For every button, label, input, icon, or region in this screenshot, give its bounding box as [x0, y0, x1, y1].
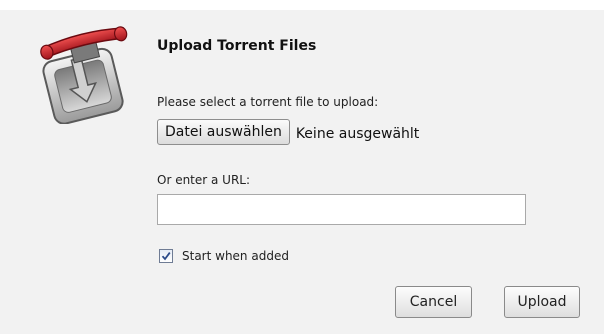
dialog-title: Upload Torrent Files — [157, 38, 317, 54]
url-input[interactable] — [157, 194, 526, 225]
upload-torrent-dialog: Upload Torrent Files Please select a tor… — [0, 0, 604, 334]
upload-button[interactable]: Upload — [504, 286, 580, 318]
cancel-button[interactable]: Cancel — [395, 286, 472, 318]
file-picker-row: Datei auswählen Keine ausgewählt — [157, 119, 419, 145]
file-select-prompt: Please select a torrent file to upload: — [157, 95, 379, 109]
url-field-label: Or enter a URL: — [157, 173, 251, 187]
transmission-logo-icon — [40, 26, 128, 124]
choose-file-button[interactable]: Datei auswählen — [157, 119, 290, 145]
start-when-added-row: Start when added — [159, 249, 289, 263]
file-status-text: Keine ausgewählt — [295, 125, 420, 142]
checkmark-icon — [161, 252, 171, 261]
dialog-top-edge — [0, 0, 604, 10]
start-when-added-checkbox[interactable] — [159, 249, 173, 263]
start-when-added-label: Start when added — [182, 249, 289, 263]
